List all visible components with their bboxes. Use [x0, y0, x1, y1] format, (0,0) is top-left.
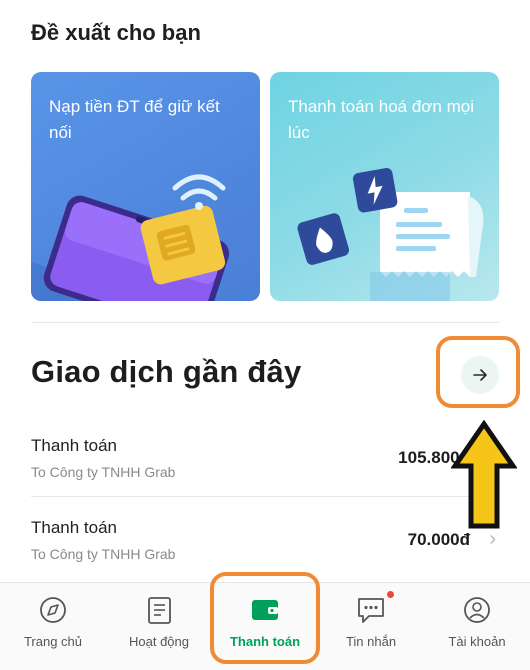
transaction-amount: 70.000đ	[407, 530, 470, 549]
nav-label: Tin nhắn	[345, 634, 397, 649]
highlight-payment-tab	[210, 572, 320, 664]
document-list-icon	[148, 597, 171, 624]
nav-label: Hoạt động	[129, 634, 189, 649]
nav-item-account[interactable]: Tài khoản	[424, 583, 530, 670]
nav-label: Trang chủ	[23, 634, 83, 649]
suggestion-card-bills[interactable]: Thanh toán hoá đơn mọi lúc	[270, 72, 499, 301]
nav-item-activity[interactable]: Hoạt động	[106, 583, 212, 670]
chevron-right-icon: ›	[489, 528, 496, 550]
arrow-right-icon	[473, 369, 487, 381]
nav-item-messages[interactable]: Tin nhắn	[318, 583, 424, 670]
annotation-up-arrow-icon	[451, 420, 517, 529]
nav-item-home[interactable]: Trang chủ	[0, 583, 106, 670]
row-divider	[31, 496, 499, 497]
section-divider	[31, 322, 499, 323]
view-all-button[interactable]	[461, 356, 499, 394]
transaction-merchant: To Công ty TNHH Grab	[31, 546, 176, 562]
nav-label: Tài khoản	[448, 634, 506, 649]
suggestion-card-label: Thanh toán hoá đơn mọi lúc	[288, 97, 474, 142]
chat-icon	[358, 598, 384, 623]
suggestion-card-topup[interactable]: Nạp tiền ĐT để giữ kết nối	[31, 72, 260, 301]
suggestion-card-label: Nạp tiền ĐT để giữ kết nối	[49, 97, 220, 142]
user-icon	[464, 597, 490, 623]
notification-badge	[387, 591, 394, 598]
compass-icon	[40, 597, 66, 623]
section-title-suggestions: Đề xuất cho bạn	[31, 20, 201, 45]
transaction-merchant: To Công ty TNHH Grab	[31, 464, 176, 480]
section-title-recent: Giao dịch gần đây	[31, 354, 302, 389]
transaction-title: Thanh toán	[31, 518, 118, 537]
transaction-title: Thanh toán	[31, 436, 118, 455]
